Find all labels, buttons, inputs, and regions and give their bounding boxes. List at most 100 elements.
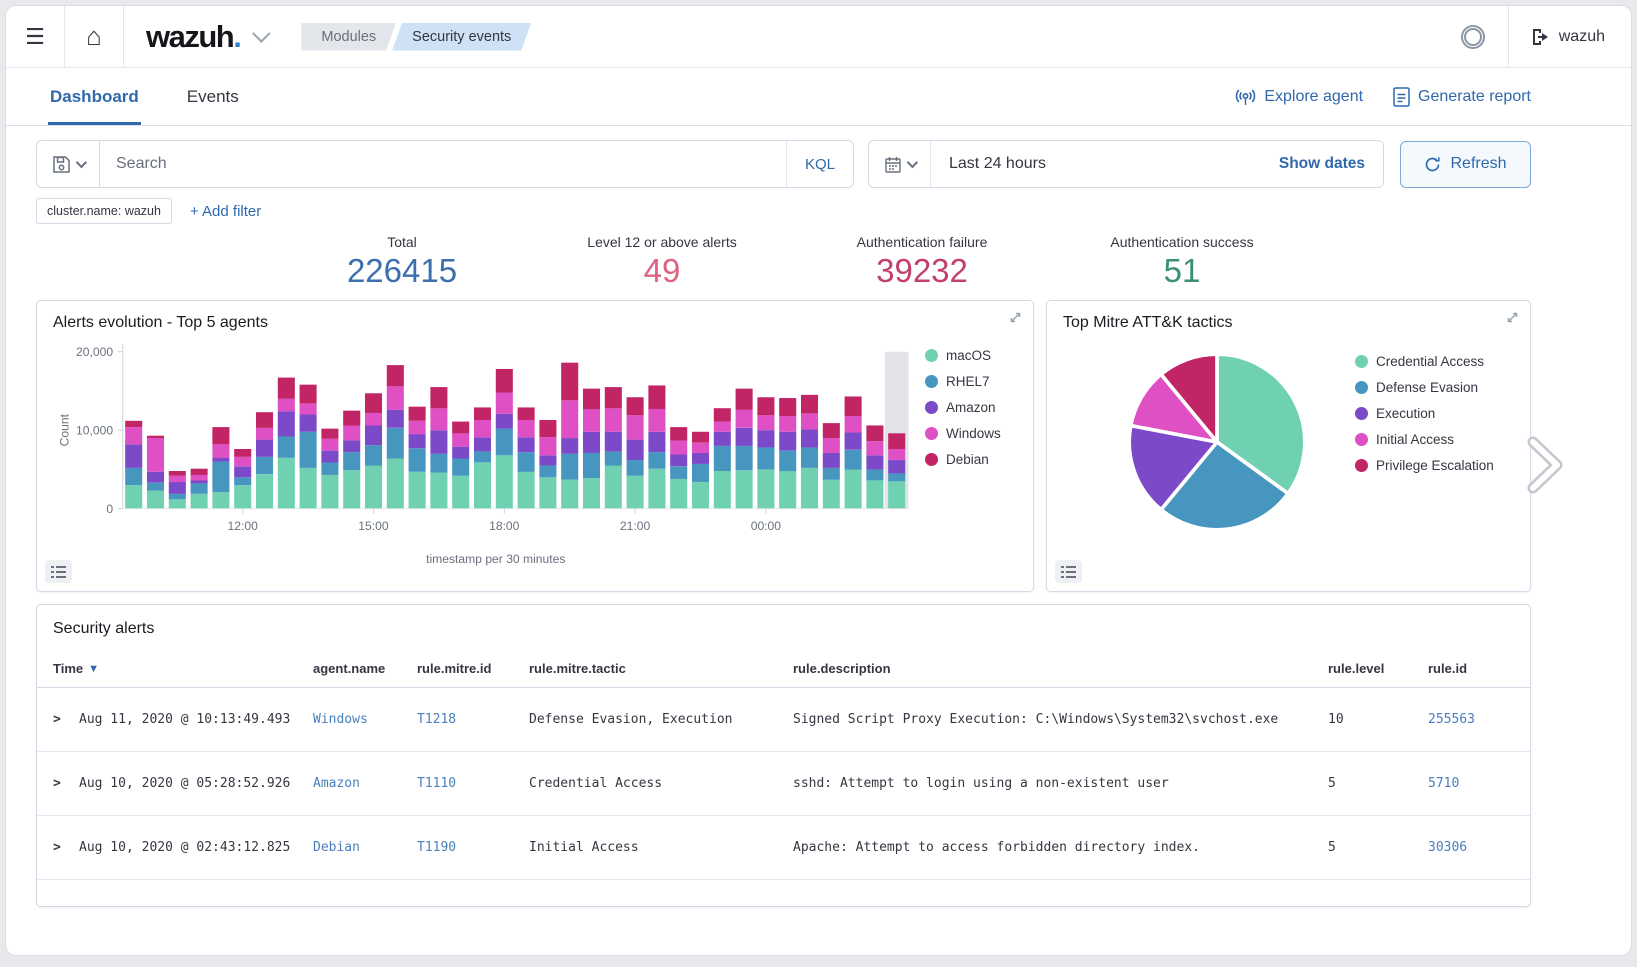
menu-button[interactable]: ☰	[6, 6, 64, 67]
cell-rule-id-link[interactable]: 30306	[1428, 840, 1514, 855]
cell-agent-name-link[interactable]: Windows	[313, 712, 417, 727]
breadcrumb-security-events[interactable]: Security events	[392, 23, 531, 51]
column-header-agent-name[interactable]: agent.name	[313, 661, 417, 676]
add-filter-button[interactable]: + Add filter	[190, 203, 261, 220]
chart-panels-row: Alerts evolution - Top 5 agents 010,0002…	[36, 300, 1531, 592]
legend-label: RHEL7	[946, 374, 990, 389]
stat-value[interactable]: 51	[1052, 252, 1312, 290]
time-range-value[interactable]: Last 24 hours	[931, 155, 1261, 173]
cell-rule-mitre-id-link[interactable]: T1110	[417, 776, 529, 791]
svg-text:12:00: 12:00	[228, 519, 259, 533]
stat-value[interactable]: 39232	[792, 252, 1052, 290]
search-input[interactable]	[100, 155, 786, 173]
panel-list-button[interactable]	[45, 560, 72, 583]
svg-text:timestamp per 30 minutes: timestamp per 30 minutes	[426, 552, 565, 566]
generate-report-button[interactable]: Generate report	[1393, 87, 1531, 107]
column-header-rule-level[interactable]: rule.level	[1328, 661, 1428, 676]
legend-label: Windows	[946, 426, 1001, 441]
expand-icon[interactable]	[1008, 310, 1023, 325]
svg-text:15:00: 15:00	[358, 519, 389, 533]
calendar-button[interactable]	[869, 141, 931, 187]
row-expand-icon[interactable]: >	[53, 712, 79, 727]
mitre-chart-body: Credential Access Defense Evasion Executio…	[1063, 338, 1514, 538]
header-actions: Explore agent Generate report	[1235, 87, 1531, 107]
mitre-pie-chart[interactable]	[1121, 346, 1313, 538]
pie-wrap	[1121, 346, 1313, 538]
table-row[interactable]: >Aug 10, 2020 @ 05:28:52.926AmazonT1110C…	[37, 752, 1530, 816]
saved-query-button[interactable]	[36, 140, 100, 188]
top-bar: ☰ ⌂ wazuh. Modules Security events wazuh	[6, 6, 1631, 68]
legend-item-macos[interactable]: macOS	[925, 348, 1017, 363]
expand-icon[interactable]	[1505, 310, 1520, 325]
legend-item-initial-access[interactable]: Initial Access	[1355, 432, 1494, 447]
legend-item-windows[interactable]: Windows	[925, 426, 1017, 441]
legend-label: Defense Evasion	[1376, 380, 1478, 395]
security-alerts-panel: Security alerts Time▼ agent.name rule.mi…	[36, 604, 1531, 907]
list-icon	[1061, 566, 1076, 578]
panel-list-button[interactable]	[1055, 560, 1082, 583]
cell-time: Aug 11, 2020 @ 10:13:49.493	[79, 712, 313, 727]
legend-label: Initial Access	[1376, 432, 1454, 447]
logo-text: wazuh.	[146, 19, 240, 55]
column-header-rule-id[interactable]: rule.id	[1428, 661, 1514, 676]
column-header-rule-mitre-tactic[interactable]: rule.mitre.tactic	[529, 661, 793, 676]
cell-rule-mitre-id-link[interactable]: T1190	[417, 840, 529, 855]
stat-value[interactable]: 226415	[272, 252, 532, 290]
mitre-chart-legend: Credential Access Defense Evasion Executio…	[1355, 338, 1494, 538]
chevron-right-icon	[1525, 434, 1565, 496]
legend-item-privilege-escalation[interactable]: Privilege Escalation	[1355, 458, 1494, 473]
legend-item-rhel7[interactable]: RHEL7	[925, 374, 1017, 389]
cell-rule-description: Apache: Attempt to access forbidden dire…	[793, 840, 1328, 855]
panel-title: Alerts evolution - Top 5 agents	[53, 314, 1017, 332]
top-bar-right: wazuh	[1438, 6, 1631, 67]
legend-label: Amazon	[946, 400, 996, 415]
column-header-time[interactable]: Time▼	[53, 661, 313, 676]
generate-report-label: Generate report	[1418, 88, 1531, 106]
legend-item-debian[interactable]: Debian	[925, 452, 1017, 467]
cell-rule-id-link[interactable]: 5710	[1428, 776, 1514, 791]
stat-total: Total 226415	[272, 234, 532, 290]
legend-dot	[1355, 355, 1368, 368]
logo-dot: .	[233, 19, 240, 54]
report-icon	[1393, 87, 1410, 107]
table-row[interactable]: >Aug 10, 2020 @ 02:43:12.825DebianT1190I…	[37, 816, 1530, 880]
show-dates-button[interactable]: Show dates	[1261, 155, 1383, 173]
row-expand-icon[interactable]: >	[53, 776, 79, 791]
column-header-rule-description[interactable]: rule.description	[793, 661, 1328, 676]
refresh-button[interactable]: Refresh	[1400, 141, 1531, 188]
legend-item-defense-evasion[interactable]: Defense Evasion	[1355, 380, 1494, 395]
table-row[interactable]: >Aug 11, 2020 @ 10:13:49.493WindowsT1218…	[37, 688, 1530, 752]
breadcrumb-modules[interactable]: Modules	[301, 23, 396, 51]
stat-value[interactable]: 49	[532, 252, 792, 290]
legend-item-credential-access[interactable]: Credential Access	[1355, 354, 1494, 369]
tab-dashboard[interactable]: Dashboard	[48, 70, 141, 124]
cell-rule-level: 5	[1328, 776, 1428, 791]
filter-pill-cluster-name[interactable]: cluster.name: wazuh	[36, 198, 172, 224]
logout-button[interactable]: wazuh	[1509, 6, 1631, 67]
explore-agent-label: Explore agent	[1264, 88, 1363, 106]
svg-text:18:00: 18:00	[489, 519, 520, 533]
cell-rule-description: sshd: Attempt to login using a non-exist…	[793, 776, 1328, 791]
legend-item-execution[interactable]: Execution	[1355, 406, 1494, 421]
logout-icon	[1531, 28, 1550, 46]
stat-label: Authentication success	[1052, 234, 1312, 250]
cell-rule-id-link[interactable]: 255563	[1428, 712, 1514, 727]
kql-selector[interactable]: KQL	[786, 141, 853, 187]
alerts-stacked-bar-chart[interactable]: 010,00020,00012:0015:0018:0021:0000:00ti…	[53, 338, 925, 566]
home-button[interactable]: ⌂	[65, 6, 123, 67]
cell-agent-name-link[interactable]: Debian	[313, 840, 417, 855]
cell-agent-name-link[interactable]: Amazon	[313, 776, 417, 791]
cell-rule-mitre-id-link[interactable]: T1218	[417, 712, 529, 727]
tab-events[interactable]: Events	[185, 70, 241, 124]
carousel-next-button[interactable]	[1525, 434, 1565, 496]
legend-item-amazon[interactable]: Amazon	[925, 400, 1017, 415]
column-header-rule-mitre-id[interactable]: rule.mitre.id	[417, 661, 529, 676]
legend-dot	[1355, 459, 1368, 472]
explore-agent-button[interactable]: Explore agent	[1235, 88, 1363, 106]
space-avatar-button[interactable]	[1438, 6, 1508, 67]
antenna-icon	[1235, 88, 1256, 106]
svg-text:00:00: 00:00	[751, 519, 782, 533]
wazuh-logo[interactable]: wazuh.	[124, 6, 275, 67]
row-expand-icon[interactable]: >	[53, 840, 79, 855]
list-icon	[51, 566, 66, 578]
